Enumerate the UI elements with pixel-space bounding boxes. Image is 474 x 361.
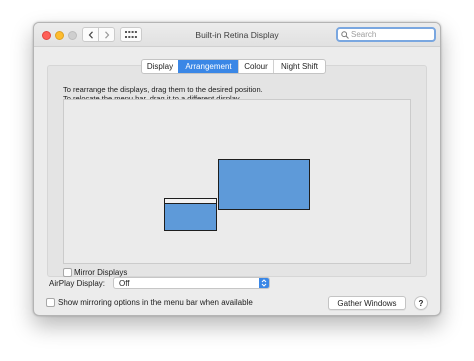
help-button[interactable]: ? [414,296,428,310]
secondary-display[interactable] [164,198,217,231]
gather-windows-button[interactable]: Gather Windows [328,296,406,310]
search-field[interactable] [336,27,436,42]
tab-colour[interactable]: Colour [238,60,273,73]
tab-night-shift[interactable]: Night Shift [273,60,325,73]
tab-arrangement[interactable]: Arrangement [178,60,238,73]
title-bar: Built-in Retina Display [34,23,440,47]
instruction-text-1: To rearrange the displays, drag them to … [63,85,263,94]
airplay-display-value: Off [119,279,130,288]
arrangement-panel: To rearrange the displays, drag them to … [47,65,427,277]
menu-bar-strip[interactable] [165,199,216,204]
tab-display[interactable]: Display [142,60,178,73]
mirror-displays-label: Mirror Displays [74,268,128,277]
updown-arrows-icon [259,278,269,288]
search-input[interactable] [349,30,433,39]
main-display[interactable] [218,159,310,210]
show-mirroring-checkbox[interactable] [46,298,55,307]
tab-bar: Display Arrangement Colour Night Shift [141,59,326,74]
display-arrangement-area [63,99,411,264]
airplay-display-label: AirPlay Display: [49,279,106,288]
search-icon [341,30,349,39]
mirror-displays-checkbox[interactable] [63,268,72,277]
system-preferences-window: Built-in Retina Display Display Arrangem… [33,22,441,316]
airplay-display-select[interactable]: Off [113,277,270,289]
show-mirroring-label: Show mirroring options in the menu bar w… [58,298,253,307]
